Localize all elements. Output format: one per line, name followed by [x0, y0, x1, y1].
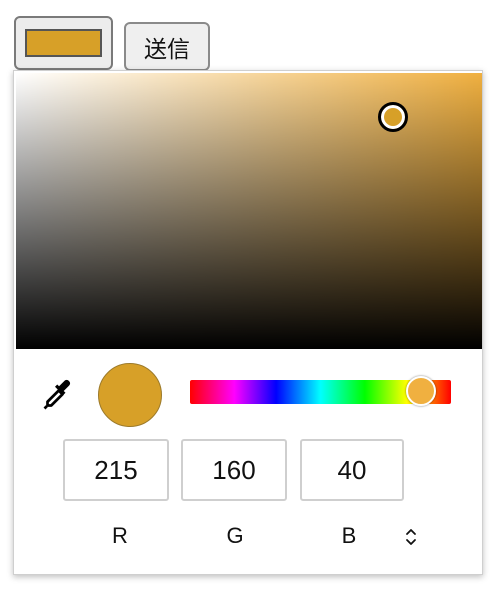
saturation-value-area[interactable]	[16, 73, 482, 349]
up-down-chevron-icon[interactable]	[401, 525, 421, 549]
blue-channel-input[interactable]: 40	[300, 439, 404, 501]
color-preview-circle	[98, 363, 162, 427]
color-picker-popup: 215 160 40 R G B	[13, 70, 483, 575]
red-channel-label: R	[112, 523, 128, 548]
submit-button[interactable]: 送信	[124, 22, 210, 71]
blue-channel-label: B	[341, 523, 357, 548]
green-channel-label: G	[226, 523, 244, 548]
color-swatch	[25, 29, 102, 57]
hue-slider[interactable]	[190, 376, 451, 406]
red-channel-input[interactable]: 215	[63, 439, 169, 501]
eyedropper-icon[interactable]	[40, 377, 76, 413]
color-input-button[interactable]	[14, 16, 113, 70]
green-channel-input[interactable]: 160	[181, 439, 287, 501]
hue-slider-thumb[interactable]	[406, 376, 437, 406]
